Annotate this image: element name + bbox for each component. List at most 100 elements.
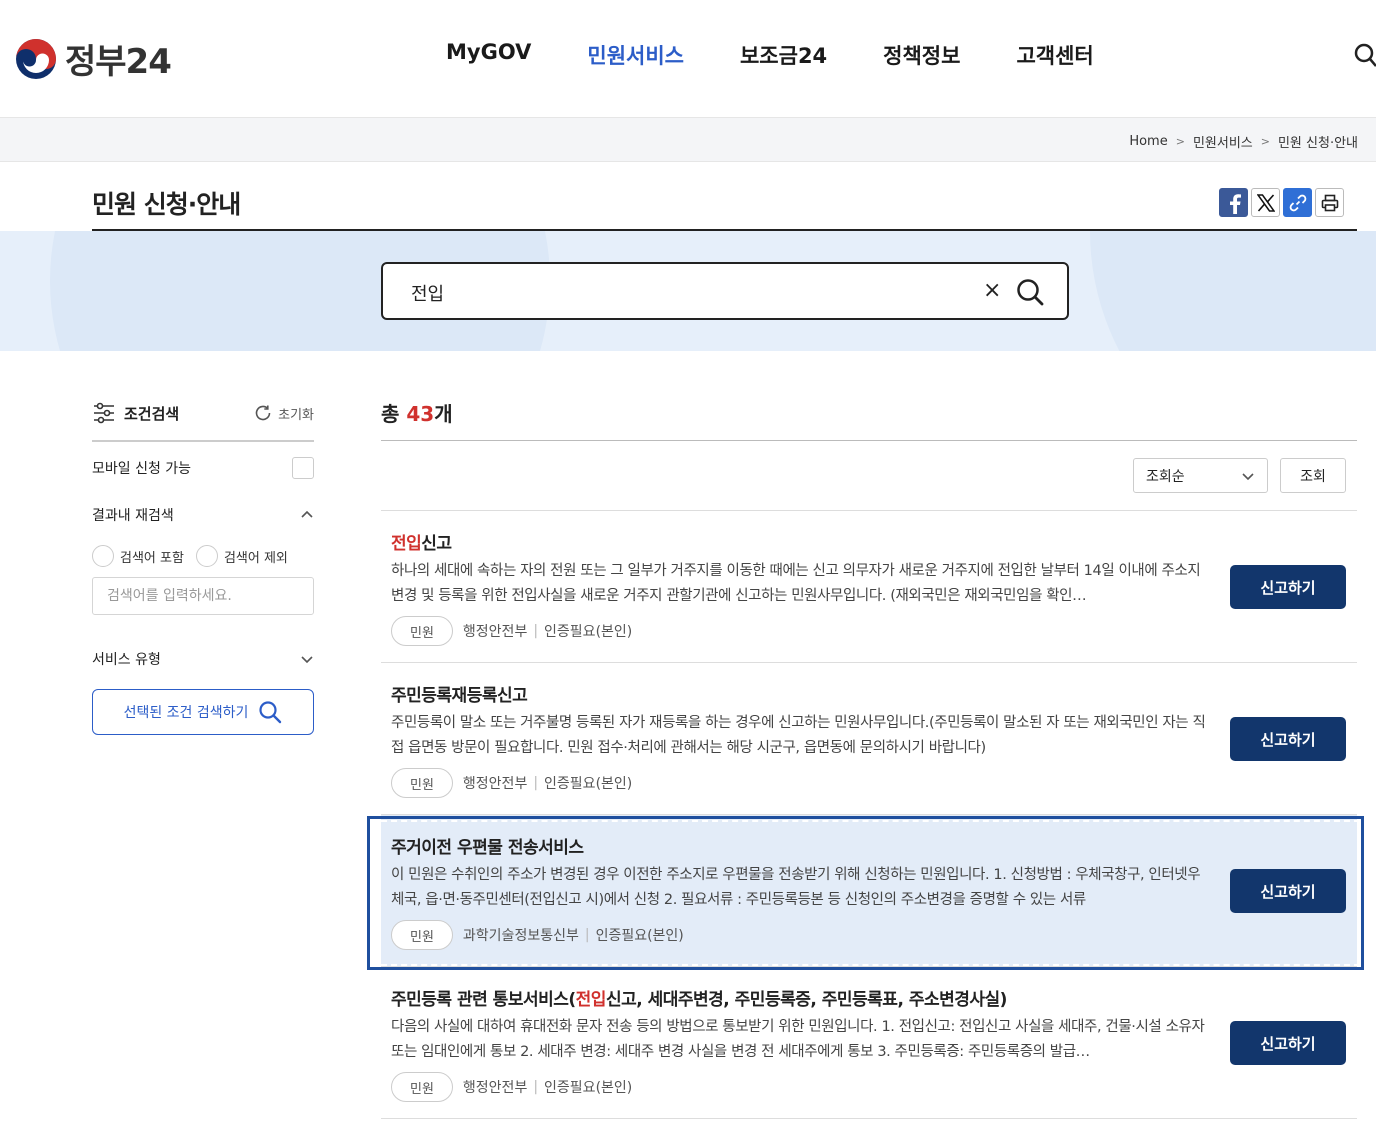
result-meta: 민원 행정안전부 | 인증필요(본인) xyxy=(391,768,632,798)
filter-sliders-icon xyxy=(94,402,114,424)
agency-label: 행정안전부 xyxy=(462,776,528,792)
research-keyword-input[interactable] xyxy=(92,577,314,615)
title-text: 신고 xyxy=(421,534,452,554)
meta-divider: | xyxy=(533,623,539,639)
logo-text: 정부24 xyxy=(65,42,172,82)
main-nav: MyGOV 민원서비스 보조금24 정책정보 고객센터 xyxy=(446,40,1150,70)
condition-search-button[interactable]: 선택된 조건 검색하기 xyxy=(92,689,314,735)
meta-divider: | xyxy=(533,1079,539,1095)
total-prefix: 총 xyxy=(381,402,407,426)
agency-label: 행정안전부 xyxy=(462,1080,528,1096)
result-title[interactable]: 주민등록재등록신고 xyxy=(391,681,528,706)
page-title: 민원 신청·안내 xyxy=(92,190,241,219)
clear-search-icon[interactable]: × xyxy=(983,278,1001,303)
exclude-keyword-label: 검색어 제외 xyxy=(223,550,288,566)
category-tag: 민원 xyxy=(391,616,453,646)
nav-customer-center[interactable]: 고객센터 xyxy=(1016,40,1093,70)
link-icon xyxy=(1289,194,1306,211)
site-header: 정부24 MyGOV 민원서비스 보조금24 정책정보 고객센터 xyxy=(0,0,1376,117)
apply-button[interactable]: 신고하기 xyxy=(1230,1021,1346,1065)
title-text: 주민등록재등록신고 xyxy=(391,686,528,706)
total-suffix: 개 xyxy=(434,402,453,426)
agency-label: 행정안전부 xyxy=(462,624,528,640)
category-tag: 민원 xyxy=(391,920,453,950)
chevron-right-icon: > xyxy=(1175,135,1185,148)
result-meta: 민원 행정안전부 | 인증필요(본인) xyxy=(391,1072,632,1102)
auth-label: 인증필요(본인) xyxy=(595,928,684,944)
title-text: 주민등록 관련 통보서비스( xyxy=(391,990,576,1010)
taegeuk-logo-icon xyxy=(16,38,56,79)
breadcrumb-civil-service[interactable]: 민원서비스 xyxy=(1193,132,1253,151)
breadcrumb-home[interactable]: Home xyxy=(1129,134,1167,149)
printer-icon xyxy=(1321,194,1338,211)
search-submit-icon[interactable] xyxy=(1015,277,1045,307)
result-title[interactable]: 주거이전 우편물 전송서비스 xyxy=(391,833,584,858)
sort-dropdown[interactable]: 조회순 xyxy=(1133,458,1268,493)
total-count: 총 43개 xyxy=(381,398,453,427)
main-search-box[interactable]: 전입 × xyxy=(381,262,1069,320)
refresh-icon xyxy=(255,405,271,421)
auth-label: 인증필요(본인) xyxy=(544,1080,633,1096)
breadcrumb-bar: Home > 민원서비스 > 민원 신청·안내 xyxy=(0,117,1376,162)
sidebar-title: 조건검색 xyxy=(92,402,179,424)
result-description: 이 민원은 수취인의 주소가 변경된 경우 이전한 주소지로 우편물을 전송받기… xyxy=(391,867,1201,908)
result-description: 하나의 세대에 속하는 자의 전원 또는 그 일부가 거주지를 이동한 때에는 … xyxy=(391,563,1201,604)
result-item: 주민등록 관련 통보서비스(전입신고, 세대주변경, 주민등록증, 주민등록표,… xyxy=(381,967,1357,1119)
auth-label: 인증필요(본인) xyxy=(544,624,633,640)
facebook-icon xyxy=(1229,193,1241,214)
site-logo[interactable]: 정부24 xyxy=(15,34,172,83)
radio-circle xyxy=(195,545,218,567)
result-item: 주민등록재등록신고 주민등록이 말소 또는 거주불명 등록된 자가 재등록을 하… xyxy=(381,663,1357,815)
category-tag: 민원 xyxy=(391,1072,453,1102)
mobile-filter-row: 모바일 신청 가능 xyxy=(92,457,314,479)
result-description: 주민등록이 말소 또는 거주불명 등록된 자가 재등록을 하는 경우에 신고하는… xyxy=(391,715,1206,756)
reset-button[interactable]: 초기화 xyxy=(253,403,314,423)
exclude-keyword-radio[interactable]: 검색어 제외 xyxy=(195,545,288,567)
nav-subsidy24[interactable]: 보조금24 xyxy=(740,40,827,70)
search-band: 전입 × xyxy=(0,231,1376,351)
include-keyword-radio[interactable]: 검색어 포함 xyxy=(92,545,184,567)
x-logo-icon xyxy=(1256,193,1275,212)
service-type-header[interactable]: 서비스 유형 xyxy=(92,649,314,669)
agency-label: 과학기술정보통신부 xyxy=(462,928,579,944)
chevron-down-icon xyxy=(1242,472,1254,480)
nav-policy-info[interactable]: 정책정보 xyxy=(883,40,960,70)
title-highlight: 전입 xyxy=(391,534,422,554)
sidebar-title-text: 조건검색 xyxy=(124,404,180,423)
query-button[interactable]: 조회 xyxy=(1280,458,1346,493)
result-title[interactable]: 주민등록 관련 통보서비스(전입신고, 세대주변경, 주민등록증, 주민등록표,… xyxy=(391,985,1007,1010)
result-description: 다음의 사실에 대하여 휴대전화 문자 전송 등의 방법으로 통보받기 위한 민… xyxy=(391,1019,1205,1060)
condition-search-sidebar: 조건검색 초기화 모바일 신청 가능 결과내 재검색 검색어 포함 검색어 제외… xyxy=(92,396,314,735)
main-search-input[interactable]: 전입 xyxy=(411,280,444,306)
x-share-button[interactable] xyxy=(1251,188,1280,217)
result-item: 전입신고 하나의 세대에 속하는 자의 전원 또는 그 일부가 거주지를 이동한… xyxy=(381,511,1357,663)
mobile-filter-checkbox[interactable] xyxy=(292,457,314,479)
research-label: 결과내 재검색 xyxy=(92,508,174,524)
condition-search-label: 선택된 조건 검색하기 xyxy=(123,705,249,721)
nav-mygov[interactable]: MyGOV xyxy=(446,40,531,70)
radio-circle xyxy=(92,545,114,567)
research-radio-group: 검색어 포함 검색어 제외 xyxy=(92,545,314,567)
apply-button[interactable]: 신고하기 xyxy=(1230,869,1346,913)
facebook-share-button[interactable] xyxy=(1219,188,1248,217)
meta-divider: | xyxy=(533,775,539,791)
apply-button[interactable]: 신고하기 xyxy=(1230,565,1346,609)
nav-civil-service[interactable]: 민원서비스 xyxy=(587,40,684,70)
print-button[interactable] xyxy=(1315,188,1344,217)
chevron-down-icon xyxy=(301,656,313,664)
chevron-up-icon xyxy=(301,510,313,518)
include-keyword-label: 검색어 포함 xyxy=(120,550,184,566)
mobile-filter-label: 모바일 신청 가능 xyxy=(92,461,192,477)
category-tag: 민원 xyxy=(391,768,453,798)
search-icon xyxy=(259,701,282,724)
chevron-right-icon: > xyxy=(1260,135,1270,148)
reset-label: 초기화 xyxy=(278,407,314,423)
result-title[interactable]: 전입신고 xyxy=(391,529,452,554)
apply-button[interactable]: 신고하기 xyxy=(1230,717,1346,761)
sidebar-divider xyxy=(92,440,314,442)
research-section-header[interactable]: 결과내 재검색 xyxy=(92,505,314,525)
total-number: 43 xyxy=(406,402,435,426)
service-type-label: 서비스 유형 xyxy=(92,652,161,668)
header-search-icon[interactable] xyxy=(1352,42,1376,68)
copy-link-button[interactable] xyxy=(1283,188,1312,217)
